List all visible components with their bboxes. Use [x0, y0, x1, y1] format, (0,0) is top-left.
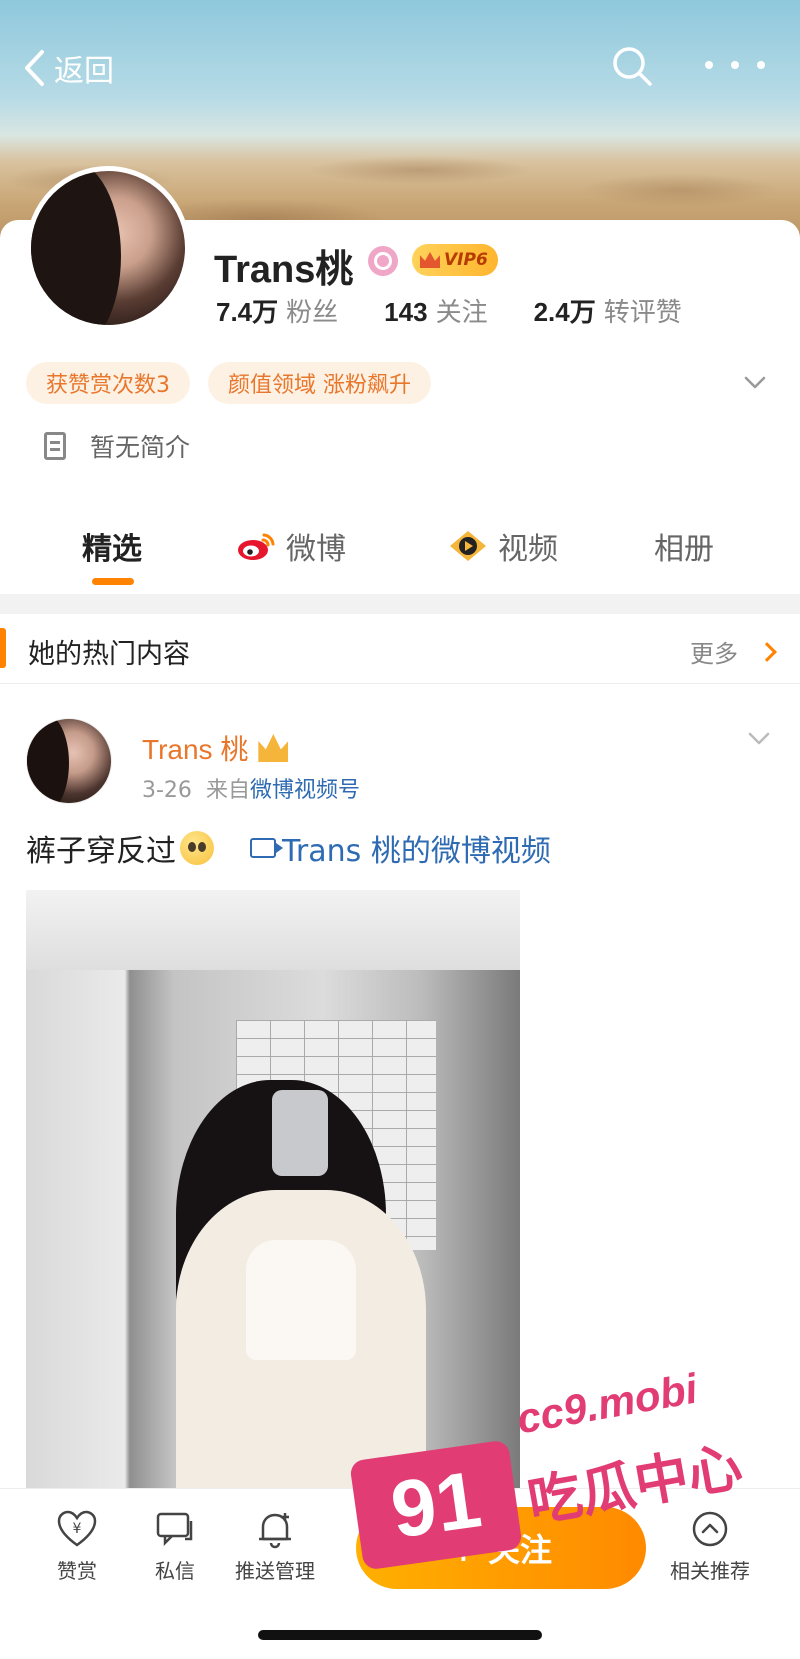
svg-text:¥: ¥ — [73, 1521, 82, 1537]
dot — [757, 61, 765, 69]
image-top — [246, 1240, 356, 1360]
vip-label: VIP6 — [444, 250, 488, 270]
tab-label: 微博 — [286, 532, 346, 567]
section-divider — [0, 594, 800, 614]
tab-weibo[interactable]: 微博 — [236, 524, 346, 568]
post-author-avatar[interactable] — [26, 718, 112, 804]
video-link-label: Trans 桃的微博视频 — [282, 834, 551, 869]
document-icon — [44, 432, 66, 460]
message-button[interactable]: 私信 — [130, 1509, 220, 1584]
stat-label: 关注 — [435, 298, 488, 328]
chevron-right-icon — [757, 641, 777, 662]
tag-reward-count[interactable]: 获赞赏次数3 — [26, 362, 190, 404]
more-link[interactable]: 更多 — [690, 634, 777, 669]
video-icon — [450, 531, 486, 561]
bottom-item-label: 推送管理 — [235, 1559, 315, 1583]
bio-text: 暂无简介 — [90, 433, 191, 462]
profile-avatar[interactable] — [26, 166, 190, 330]
post-text: 裤子穿反过 Trans 桃的微博视频 — [26, 826, 551, 870]
chevron-down-icon[interactable] — [744, 372, 766, 394]
stat-likes[interactable]: 2.4万 转评赞 — [534, 292, 682, 329]
stat-followers[interactable]: 7.4万 粉丝 — [216, 292, 338, 329]
post-source[interactable]: 微博视频号 — [250, 778, 360, 803]
post-author-name: Trans 桃 — [142, 734, 249, 765]
emoji-icon — [180, 831, 214, 865]
back-label: 返回 — [54, 54, 114, 89]
tab-label: 相册 — [654, 532, 714, 567]
post-author[interactable]: Trans 桃 — [142, 728, 289, 768]
dot — [731, 61, 739, 69]
search-icon[interactable] — [610, 44, 654, 88]
stat-following[interactable]: 143 关注 — [384, 292, 487, 329]
tab-label: 精选 — [82, 532, 142, 567]
back-button[interactable]: 返回 — [22, 46, 114, 90]
tag-domain[interactable]: 颜值领域 涨粉飙升 — [208, 362, 431, 404]
section-accent-bar — [0, 628, 6, 668]
hot-content-header: 她的热门内容 更多 — [0, 614, 800, 684]
vip-badge[interactable]: VIP6 — [412, 244, 498, 276]
push-settings-button[interactable]: 推送管理 — [230, 1509, 320, 1584]
image-phone — [272, 1090, 328, 1176]
message-icon — [156, 1512, 193, 1547]
top-bar: 返回 — [0, 30, 800, 110]
home-indicator[interactable] — [258, 1630, 542, 1640]
chevron-down-icon[interactable] — [748, 728, 770, 750]
tab-album[interactable]: 相册 — [654, 524, 714, 568]
watermark: cc9.mobi 91 吃瓜中心 — [349, 1365, 776, 1571]
dot — [705, 61, 713, 69]
tab-featured[interactable]: 精选 — [82, 524, 142, 568]
post-video-link[interactable]: Trans 桃的微博视频 — [250, 826, 551, 870]
avatar-hair — [27, 719, 69, 803]
bio: 暂无简介 — [44, 428, 190, 464]
avatar-hair — [31, 171, 121, 325]
bottom-item-label: 私信 — [155, 1559, 195, 1583]
stat-value: 7.4万 — [216, 297, 279, 327]
reward-button[interactable]: ¥ 赞赏 — [32, 1509, 122, 1584]
stat-value: 2.4万 — [533, 297, 596, 327]
stat-value: 143 — [384, 297, 428, 327]
active-tab-indicator — [92, 578, 134, 585]
profile-stats: 7.4万 粉丝 143 关注 2.4万 转评赞 — [216, 292, 728, 329]
camera-icon — [250, 838, 283, 858]
more-label: 更多 — [690, 640, 738, 668]
more-options-icon[interactable] — [705, 50, 765, 80]
post-body: 裤子穿反过 — [26, 834, 176, 869]
bell-icon — [259, 1513, 291, 1549]
image-ceiling — [26, 890, 520, 970]
post-date: 3-26 — [142, 778, 192, 803]
member-crown-icon — [258, 734, 289, 762]
crown-icon — [420, 252, 440, 268]
tab-video[interactable]: 视频 — [448, 524, 558, 568]
chevron-left-icon — [25, 50, 44, 86]
stat-label: 转评赞 — [603, 298, 682, 328]
post-source-prefix: 来自 — [205, 778, 250, 803]
profile-tags: 获赞赏次数3 颜值领域 涨粉飙升 — [26, 362, 449, 404]
profile-tabs: 精选 微博 视频 相册 — [0, 512, 800, 592]
stat-label: 粉丝 — [286, 298, 339, 328]
watermark-text: 吃瓜中心 — [523, 1434, 747, 1535]
bottom-item-label: 赞赏 — [57, 1559, 97, 1583]
verified-icon[interactable] — [368, 246, 398, 276]
tab-label: 视频 — [498, 532, 558, 567]
profile-name: Trans桃 — [214, 249, 354, 291]
watermark-badge: 91 — [349, 1439, 523, 1571]
reward-icon: ¥ — [57, 1510, 97, 1547]
post-meta: 3-26 来自微博视频号 — [142, 772, 360, 804]
weibo-icon — [238, 533, 275, 560]
hot-content-title: 她的热门内容 — [28, 639, 190, 670]
